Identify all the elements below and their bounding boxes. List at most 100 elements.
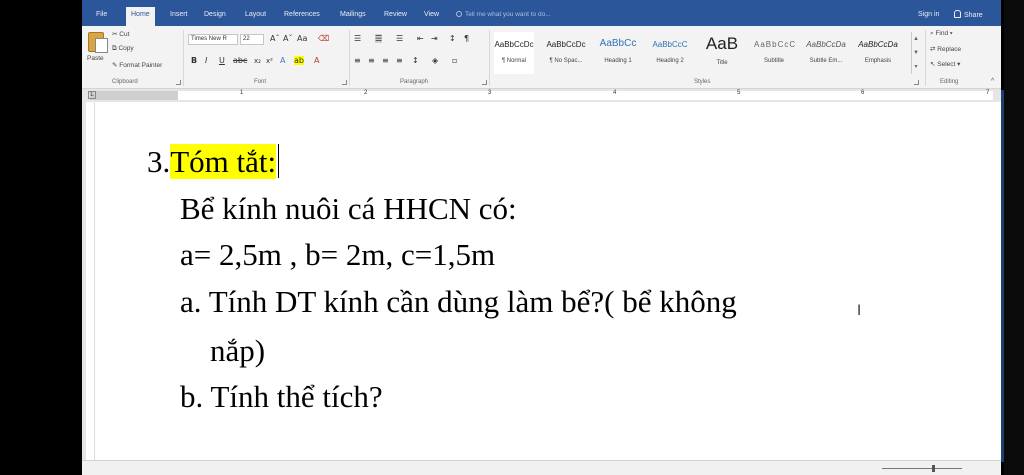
clipboard-icon[interactable]: [88, 32, 108, 53]
tab-review[interactable]: Review: [384, 11, 407, 18]
document-page[interactable]: 3.Tóm tắt: Bể kính nuôi cá HHCN có: a= 2…: [95, 102, 1001, 460]
body-line: Bể kính nuôi cá HHCN có:: [180, 191, 517, 226]
sign-in-link[interactable]: Sign in: [918, 11, 939, 18]
italic-button[interactable]: I: [205, 56, 207, 65]
group-divider: [349, 30, 350, 86]
horizontal-ruler[interactable]: L 1 2 3 4 5 6 7: [82, 89, 1001, 102]
justify-icon[interactable]: ≡: [396, 56, 403, 65]
select-button[interactable]: ↖ Select ▾: [930, 60, 960, 68]
highlight-color-button[interactable]: ab: [294, 56, 304, 65]
bullets-icon[interactable]: ☰: [354, 34, 361, 43]
person-icon: [954, 10, 961, 18]
tab-selector-icon[interactable]: L: [88, 91, 96, 99]
style-subtitle[interactable]: AaBbCcC Subtitle: [754, 32, 795, 74]
decrease-indent-icon[interactable]: ⇤: [417, 34, 424, 43]
tab-mailings[interactable]: Mailings: [340, 11, 366, 18]
more-styles-icon[interactable]: ▾: [912, 60, 920, 74]
tab-layout[interactable]: Layout: [245, 11, 266, 18]
copy-button[interactable]: ⧉ Copy: [112, 45, 134, 53]
align-left-icon[interactable]: ≡: [354, 56, 361, 65]
tab-insert[interactable]: Insert: [170, 11, 188, 18]
share-button[interactable]: Share: [954, 10, 983, 19]
word-window: File Home Insert Design Layout Reference…: [82, 0, 1001, 475]
clear-format-icon[interactable]: ⌫: [318, 34, 329, 43]
grow-font-button[interactable]: Aˆ: [270, 34, 279, 43]
ruler-number: 7: [986, 90, 990, 96]
paste-button[interactable]: Paste: [87, 55, 104, 62]
chevron-down-icon[interactable]: ▼: [912, 46, 920, 60]
status-bar: [82, 460, 1001, 475]
borders-icon[interactable]: ▫: [452, 56, 457, 65]
replace-button[interactable]: ⇄ Replace: [930, 45, 961, 53]
font-family-select[interactable]: Times New R: [188, 34, 238, 45]
list-number: 3.: [147, 144, 171, 179]
list-item-b: b. Tính thể tích?: [180, 380, 383, 414]
shading-icon[interactable]: ◈: [432, 56, 438, 65]
strikethrough-button[interactable]: abc: [233, 56, 247, 65]
style-normal[interactable]: AaBbCcDc ¶ Normal: [494, 32, 534, 74]
paragraph-launcher-icon[interactable]: [482, 80, 487, 85]
paragraph-group-label: Paragraph: [400, 79, 429, 85]
tab-design[interactable]: Design: [204, 11, 226, 18]
list-item-a: a. Tính DT kính cần dùng làm bể?( bể khô…: [180, 285, 737, 319]
underline-button[interactable]: U: [219, 56, 225, 65]
font-launcher-icon[interactable]: [342, 80, 347, 85]
list-item-text: Tính thể tích?: [210, 379, 383, 414]
list-item-a-continuation: nắp): [210, 333, 266, 368]
increase-indent-icon[interactable]: ⇥: [431, 34, 438, 43]
style-emphasis[interactable]: AaBbCcDa Emphasis: [858, 32, 898, 74]
group-divider: [925, 30, 926, 86]
heading-line: 3.Tóm tắt:: [147, 144, 280, 179]
find-button[interactable]: ⌕ Find ▾: [930, 30, 953, 38]
align-center-icon[interactable]: ≡: [368, 56, 375, 65]
style-heading-1[interactable]: AaBbCc Heading 1: [598, 32, 638, 74]
styles-gallery-scroll[interactable]: ▲ ▼ ▾: [911, 32, 920, 74]
zoom-slider[interactable]: [882, 468, 962, 469]
tab-view[interactable]: View: [424, 11, 439, 18]
ruler-margin: [90, 91, 178, 100]
tab-home[interactable]: Home: [126, 7, 155, 26]
format-painter-button[interactable]: ✎ Format Painter: [112, 61, 162, 69]
style-subtle-emphasis[interactable]: AaBbCcDa Subtle Em...: [806, 32, 846, 74]
font-group-label: Font: [254, 79, 267, 85]
numbering-icon[interactable]: ☰: [375, 34, 383, 43]
ruler-number: 6: [861, 90, 865, 96]
collapse-ribbon-icon[interactable]: ^: [991, 78, 994, 85]
shrink-font-button[interactable]: Aˇ: [283, 34, 292, 43]
multilevel-list-icon[interactable]: ☰: [396, 34, 403, 43]
pilcrow-icon[interactable]: ¶: [464, 34, 469, 43]
tab-references[interactable]: References: [284, 11, 320, 18]
cut-button[interactable]: ✂ Cut: [112, 30, 129, 38]
zoom-slider-thumb[interactable]: [932, 465, 935, 472]
i-beam-cursor-icon: I: [857, 303, 862, 319]
change-case-button[interactable]: Aa: [297, 34, 307, 43]
ruler-number: 2: [364, 90, 368, 96]
font-size-select[interactable]: 22: [240, 34, 264, 45]
line-spacing-icon[interactable]: ↕: [412, 56, 419, 65]
chevron-up-icon[interactable]: ▲: [912, 32, 920, 46]
font-color-button[interactable]: A: [314, 56, 319, 65]
clipboard-launcher-icon[interactable]: [176, 80, 181, 85]
list-marker: b.: [180, 379, 204, 414]
align-right-icon[interactable]: ≡: [382, 56, 389, 65]
bold-button[interactable]: B: [191, 56, 197, 65]
style-heading-2[interactable]: AaBbCcC Heading 2: [650, 32, 690, 74]
style-title[interactable]: AaB Title: [702, 32, 742, 74]
tab-file[interactable]: File: [96, 11, 107, 18]
right-screen-border: [1004, 0, 1024, 475]
left-screen-border: [0, 0, 82, 475]
tell-me-search[interactable]: Tell me what you want to do...: [456, 11, 551, 18]
vertical-ruler[interactable]: [86, 102, 95, 460]
text-effects-button[interactable]: A: [280, 56, 285, 65]
superscript-button[interactable]: x²: [266, 57, 273, 65]
styles-launcher-icon[interactable]: [914, 80, 919, 85]
style-no-spacing[interactable]: AaBbCcDc ¶ No Spac...: [546, 32, 586, 74]
subscript-button[interactable]: x₂: [254, 57, 261, 65]
dimensions-line: a= 2,5m , b= 2m, c=1,5m: [180, 237, 496, 272]
ruler-text-area: [178, 91, 993, 100]
lightbulb-icon: [456, 11, 462, 17]
highlighted-heading: Tóm tắt:: [170, 144, 277, 179]
sort-icon[interactable]: ↕: [449, 34, 456, 43]
ribbon: Paste ✂ Cut ⧉ Copy ✎ Format Painter Clip…: [82, 26, 1001, 89]
vertical-scrollbar[interactable]: [1001, 90, 1004, 462]
